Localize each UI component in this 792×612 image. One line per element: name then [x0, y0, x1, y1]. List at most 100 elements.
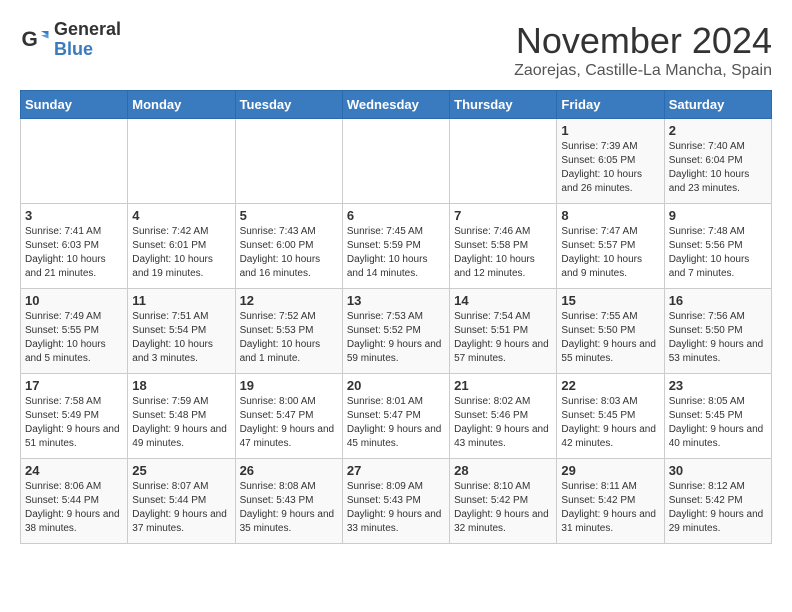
calendar-cell: 20 Sunrise: 8:01 AM Sunset: 5:47 PM Dayli… — [342, 374, 449, 459]
day-info: Sunrise: 8:01 AM Sunset: 5:47 PM Dayligh… — [347, 395, 445, 451]
day-info: Sunrise: 8:03 AM Sunset: 5:45 PM Dayligh… — [561, 395, 659, 451]
calendar-week-row: 10 Sunrise: 7:49 AM Sunset: 5:55 PM Dayli… — [21, 289, 772, 374]
day-number: 13 — [347, 293, 445, 308]
calendar-cell: 30Sunrise: 8:12 AM Sunset: 5:42 PM Dayli… — [664, 459, 771, 544]
day-of-week-header: Wednesday — [342, 91, 449, 119]
calendar-cell: 23 Sunrise: 8:05 AM Sunset: 5:45 PM Dayli… — [664, 374, 771, 459]
day-number: 6 — [347, 208, 445, 223]
location: Zaorejas, Castille-La Mancha, Spain — [514, 62, 772, 80]
day-info: Sunrise: 8:09 AM Sunset: 5:43 PM Dayligh… — [347, 480, 445, 536]
day-number: 30 — [669, 463, 767, 478]
svg-text:G: G — [22, 28, 38, 51]
day-number: 23 — [669, 378, 767, 393]
calendar-cell: 9Sunrise: 7:48 AM Sunset: 5:56 PM Daylig… — [664, 204, 771, 289]
day-of-week-header: Saturday — [664, 91, 771, 119]
calendar-cell: 13 Sunrise: 7:53 AM Sunset: 5:52 PM Dayli… — [342, 289, 449, 374]
day-number: 16 — [669, 293, 767, 308]
day-info: Sunrise: 8:10 AM Sunset: 5:42 PM Dayligh… — [454, 480, 552, 536]
day-info: Sunrise: 7:42 AM Sunset: 6:01 PM Dayligh… — [132, 225, 230, 281]
day-info: Sunrise: 7:40 AM Sunset: 6:04 PM Dayligh… — [669, 140, 767, 196]
day-number: 20 — [347, 378, 445, 393]
calendar-cell: 3Sunrise: 7:41 AM Sunset: 6:03 PM Daylig… — [21, 204, 128, 289]
calendar-cell: 4Sunrise: 7:42 AM Sunset: 6:01 PM Daylig… — [128, 204, 235, 289]
calendar-week-row: 1 Sunrise: 7:39 AM Sunset: 6:05 PM Daylig… — [21, 119, 772, 204]
calendar-cell: 29 Sunrise: 8:11 AM Sunset: 5:42 PM Dayli… — [557, 459, 664, 544]
calendar-cell: 22Sunrise: 8:03 AM Sunset: 5:45 PM Dayli… — [557, 374, 664, 459]
logo-text: General Blue — [54, 20, 121, 60]
day-of-week-header: Friday — [557, 91, 664, 119]
day-info: Sunrise: 8:02 AM Sunset: 5:46 PM Dayligh… — [454, 395, 552, 451]
day-info: Sunrise: 7:46 AM Sunset: 5:58 PM Dayligh… — [454, 225, 552, 281]
calendar-cell: 2 Sunrise: 7:40 AM Sunset: 6:04 PM Daylig… — [664, 119, 771, 204]
calendar-week-row: 24 Sunrise: 8:06 AM Sunset: 5:44 PM Dayli… — [21, 459, 772, 544]
day-info: Sunrise: 7:49 AM Sunset: 5:55 PM Dayligh… — [25, 310, 123, 366]
day-of-week-header: Sunday — [21, 91, 128, 119]
calendar-cell: 16Sunrise: 7:56 AM Sunset: 5:50 PM Dayli… — [664, 289, 771, 374]
day-info: Sunrise: 7:53 AM Sunset: 5:52 PM Dayligh… — [347, 310, 445, 366]
day-number: 17 — [25, 378, 123, 393]
calendar-cell — [450, 119, 557, 204]
calendar-cell: 12 Sunrise: 7:52 AM Sunset: 5:53 PM Dayli… — [235, 289, 342, 374]
day-number: 19 — [240, 378, 338, 393]
day-info: Sunrise: 7:51 AM Sunset: 5:54 PM Dayligh… — [132, 310, 230, 366]
day-number: 1 — [561, 123, 659, 138]
day-info: Sunrise: 8:08 AM Sunset: 5:43 PM Dayligh… — [240, 480, 338, 536]
day-info: Sunrise: 7:59 AM Sunset: 5:48 PM Dayligh… — [132, 395, 230, 451]
day-number: 15 — [561, 293, 659, 308]
day-info: Sunrise: 7:47 AM Sunset: 5:57 PM Dayligh… — [561, 225, 659, 281]
day-number: 7 — [454, 208, 552, 223]
calendar-cell: 7 Sunrise: 7:46 AM Sunset: 5:58 PM Daylig… — [450, 204, 557, 289]
day-number: 14 — [454, 293, 552, 308]
calendar-cell: 1 Sunrise: 7:39 AM Sunset: 6:05 PM Daylig… — [557, 119, 664, 204]
calendar-cell: 14 Sunrise: 7:54 AM Sunset: 5:51 PM Dayli… — [450, 289, 557, 374]
day-number: 8 — [561, 208, 659, 223]
logo-icon: G — [20, 25, 50, 55]
calendar-week-row: 3Sunrise: 7:41 AM Sunset: 6:03 PM Daylig… — [21, 204, 772, 289]
day-number: 12 — [240, 293, 338, 308]
month-title: November 2024 — [514, 20, 772, 62]
logo: G General Blue — [20, 20, 121, 60]
calendar-header-row: SundayMondayTuesdayWednesdayThursdayFrid… — [21, 91, 772, 119]
day-info: Sunrise: 8:00 AM Sunset: 5:47 PM Dayligh… — [240, 395, 338, 451]
day-info: Sunrise: 7:52 AM Sunset: 5:53 PM Dayligh… — [240, 310, 338, 366]
calendar-week-row: 17 Sunrise: 7:58 AM Sunset: 5:49 PM Dayli… — [21, 374, 772, 459]
day-info: Sunrise: 8:06 AM Sunset: 5:44 PM Dayligh… — [25, 480, 123, 536]
day-info: Sunrise: 7:48 AM Sunset: 5:56 PM Dayligh… — [669, 225, 767, 281]
day-info: Sunrise: 8:05 AM Sunset: 5:45 PM Dayligh… — [669, 395, 767, 451]
day-number: 2 — [669, 123, 767, 138]
day-of-week-header: Thursday — [450, 91, 557, 119]
day-info: Sunrise: 7:43 AM Sunset: 6:00 PM Dayligh… — [240, 225, 338, 281]
calendar-cell: 21 Sunrise: 8:02 AM Sunset: 5:46 PM Dayli… — [450, 374, 557, 459]
day-info: Sunrise: 7:58 AM Sunset: 5:49 PM Dayligh… — [25, 395, 123, 451]
day-info: Sunrise: 7:45 AM Sunset: 5:59 PM Dayligh… — [347, 225, 445, 281]
calendar-cell: 15 Sunrise: 7:55 AM Sunset: 5:50 PM Dayli… — [557, 289, 664, 374]
day-info: Sunrise: 7:39 AM Sunset: 6:05 PM Dayligh… — [561, 140, 659, 196]
day-number: 10 — [25, 293, 123, 308]
day-number: 28 — [454, 463, 552, 478]
calendar-cell: 6 Sunrise: 7:45 AM Sunset: 5:59 PM Daylig… — [342, 204, 449, 289]
day-number: 29 — [561, 463, 659, 478]
day-number: 24 — [25, 463, 123, 478]
calendar-cell: 8 Sunrise: 7:47 AM Sunset: 5:57 PM Daylig… — [557, 204, 664, 289]
day-number: 18 — [132, 378, 230, 393]
day-number: 27 — [347, 463, 445, 478]
calendar-table: SundayMondayTuesdayWednesdayThursdayFrid… — [20, 90, 772, 544]
logo-general: General — [54, 20, 121, 40]
day-info: Sunrise: 7:55 AM Sunset: 5:50 PM Dayligh… — [561, 310, 659, 366]
calendar-cell: 10 Sunrise: 7:49 AM Sunset: 5:55 PM Dayli… — [21, 289, 128, 374]
calendar-cell: 19 Sunrise: 8:00 AM Sunset: 5:47 PM Dayli… — [235, 374, 342, 459]
day-info: Sunrise: 7:54 AM Sunset: 5:51 PM Dayligh… — [454, 310, 552, 366]
logo-blue: Blue — [54, 40, 121, 60]
day-number: 21 — [454, 378, 552, 393]
day-info: Sunrise: 8:11 AM Sunset: 5:42 PM Dayligh… — [561, 480, 659, 536]
calendar-cell: 28 Sunrise: 8:10 AM Sunset: 5:42 PM Dayli… — [450, 459, 557, 544]
day-number: 25 — [132, 463, 230, 478]
calendar-cell: 26Sunrise: 8:08 AM Sunset: 5:43 PM Dayli… — [235, 459, 342, 544]
calendar-body: 1 Sunrise: 7:39 AM Sunset: 6:05 PM Daylig… — [21, 119, 772, 544]
calendar-cell: 24 Sunrise: 8:06 AM Sunset: 5:44 PM Dayli… — [21, 459, 128, 544]
day-of-week-header: Monday — [128, 91, 235, 119]
title-area: November 2024 Zaorejas, Castille-La Manc… — [514, 20, 772, 80]
calendar-cell — [21, 119, 128, 204]
calendar-cell: 18 Sunrise: 7:59 AM Sunset: 5:48 PM Dayli… — [128, 374, 235, 459]
calendar-cell: 11Sunrise: 7:51 AM Sunset: 5:54 PM Dayli… — [128, 289, 235, 374]
